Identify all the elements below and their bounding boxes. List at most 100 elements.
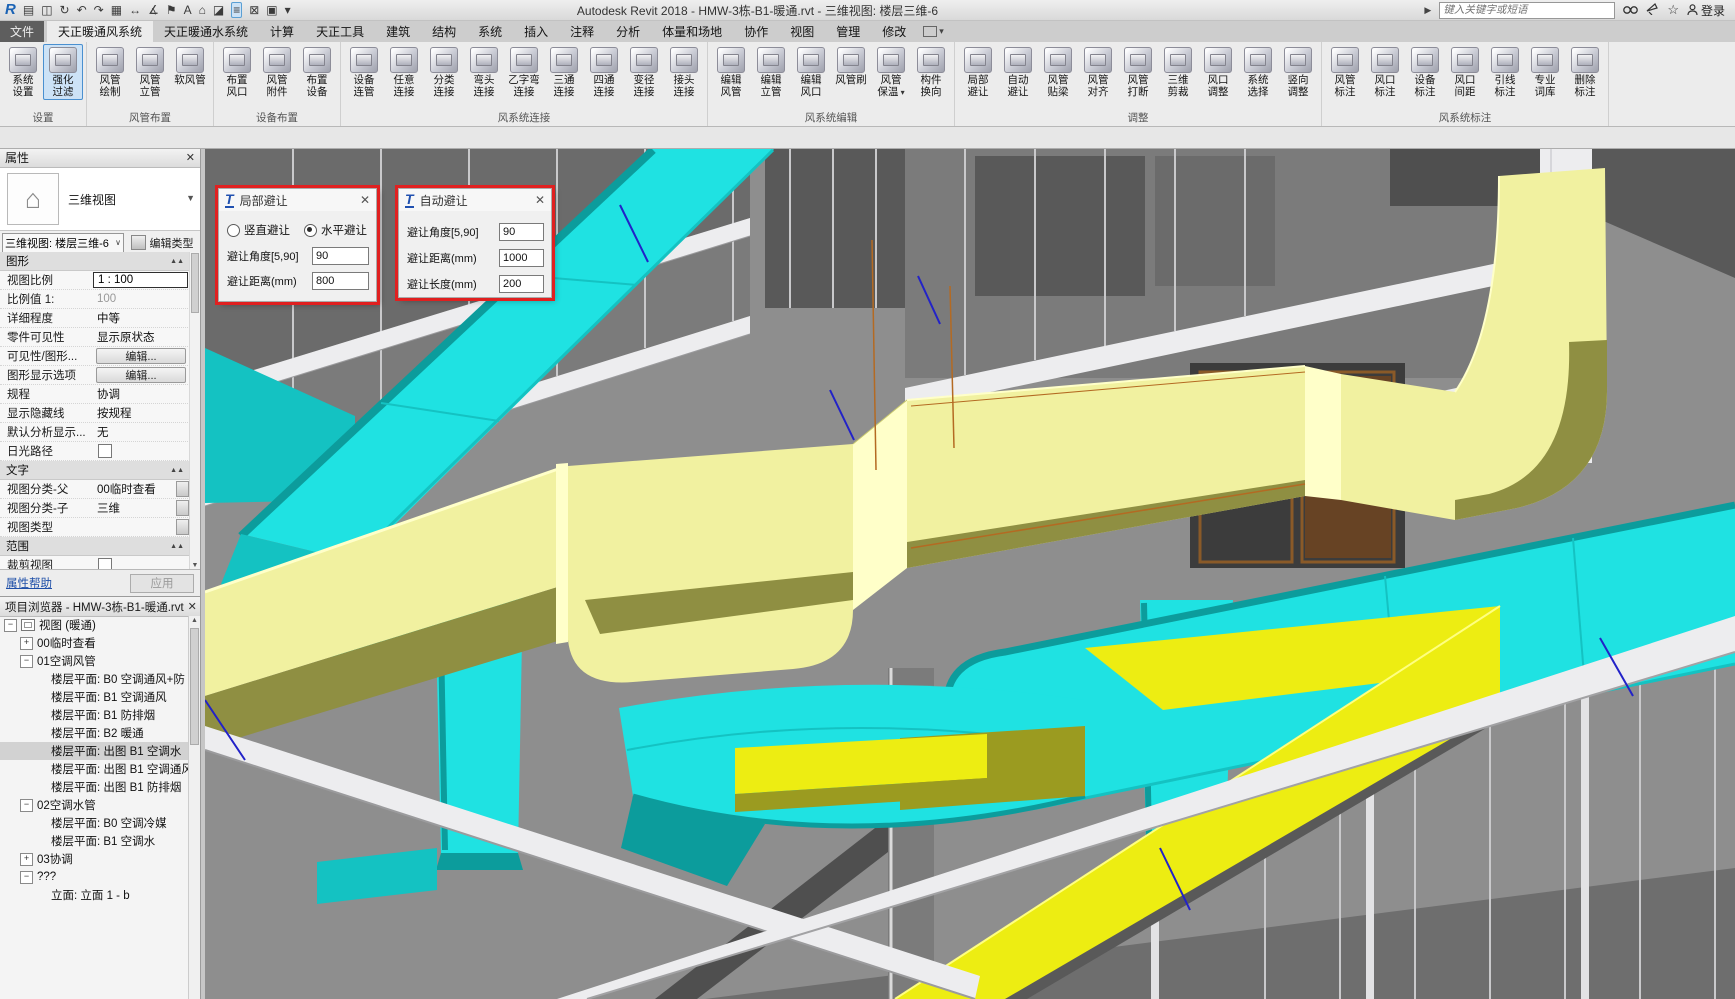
duct-break-button[interactable]: 风管 打断 [1118,44,1158,100]
collapse-icon[interactable]: − [20,655,33,668]
tab-修改[interactable]: 修改 [871,20,917,42]
tree-item[interactable]: +03协调 [0,850,189,868]
customize-qat-icon[interactable]: ▾ [285,3,291,17]
measure-icon[interactable]: ↔ [129,3,141,17]
component-reverse-button[interactable]: 构件 换向 [911,44,951,100]
draw-duct-button[interactable]: 风管 绘制 [90,44,130,100]
property-value[interactable]: 00临时查看 [93,481,176,497]
edit-diffuser-button[interactable]: 编辑 风口 [791,44,831,100]
revit-logo[interactable]: R [5,3,16,17]
field-input[interactable]: 90 [312,247,369,265]
binoculars-search-icon[interactable] [1623,3,1638,18]
property-value[interactable]: 中等 [93,310,190,326]
diffuser-adjust-button[interactable]: 风口 调整 [1198,44,1238,100]
offset-connect-button[interactable]: 乙字弯 连接 [504,44,544,100]
tab-协作[interactable]: 协作 [733,20,779,42]
view-type-combo[interactable]: 三维视图: 楼层三维-6 ∨ [2,233,124,253]
tree-item[interactable]: 楼层平面: B0 空调冷媒 [0,814,189,832]
tab-插入[interactable]: 插入 [513,20,559,42]
sign-in-button[interactable]: 登录 [1687,2,1725,19]
section-icon[interactable]: ◪ [213,3,224,17]
tab-视图[interactable]: 视图 [779,20,825,42]
enhanced-filter-button[interactable]: 强化 过滤 [43,44,83,100]
3d-viewport[interactable]: T局部避让✕竖直避让水平避让避让角度[5,90]90避让距离(mm)800 T自… [205,148,1735,999]
flex-duct-button[interactable]: 软风管 [170,44,210,100]
tree-item[interactable]: +00临时查看 [0,634,189,652]
collapse-icon[interactable]: − [4,619,17,632]
close-icon[interactable]: ✕ [182,151,195,164]
tab-计算[interactable]: 计算 [259,20,305,42]
browse-button[interactable] [176,481,189,497]
tab-天正暖通水系统[interactable]: 天正暖通水系统 [153,20,259,42]
field-input[interactable]: 800 [312,272,369,290]
collapse-icon[interactable]: − [20,799,33,812]
expand-icon[interactable]: + [20,637,33,650]
tree-item[interactable]: 楼层平面: B2 暖通 [0,724,189,742]
collapse-icon[interactable]: ▲▲ [170,543,184,550]
browser-scrollbar[interactable]: ▲ [188,616,200,999]
tab-注释[interactable]: 注释 [559,20,605,42]
equipment-connect-button[interactable]: 设备 连管 [344,44,384,100]
save-icon[interactable]: ◫ [41,3,52,17]
expand-icon[interactable]: + [20,853,33,866]
tree-item[interactable]: −02空调水管 [0,796,189,814]
favorites-star-icon[interactable]: ☆ [1667,2,1679,18]
auto-avoid-button[interactable]: 自动 避让 [998,44,1038,100]
print-icon[interactable]: ▦ [111,3,122,17]
equipment-tag-button[interactable]: 设备 标注 [1405,44,1445,100]
tab-建筑[interactable]: 建筑 [375,20,421,42]
tab-分析[interactable]: 分析 [605,20,651,42]
system-settings-button[interactable]: 系统 设置 [3,44,43,100]
collapse-icon[interactable]: − [20,871,33,884]
property-value[interactable]: 按规程 [93,405,190,421]
type-selector[interactable]: ⌂ 三维视图 ▼ [0,168,200,231]
duct-attach-beam-button[interactable]: 风管 贴梁 [1038,44,1078,100]
undo-icon[interactable]: ↶ [77,3,87,17]
tree-item[interactable]: −视图 (暖通) [0,616,189,634]
tree-item[interactable]: 楼层平面: 出图 B1 空调通风 [0,760,189,778]
local-avoid-button[interactable]: 局部 避让 [958,44,998,100]
coupling-connect-button[interactable]: 接头 连接 [664,44,704,100]
property-value-input[interactable]: 1 : 100 [93,272,188,288]
any-connect-button[interactable]: 任意 连接 [384,44,424,100]
tree-item[interactable]: 楼层平面: B1 空调水 [0,832,189,850]
redo-icon[interactable]: ↷ [94,3,104,17]
scroll-up-icon[interactable]: ▲ [189,617,200,624]
communication-center-icon[interactable] [1646,3,1659,18]
chevron-down-icon[interactable]: ▼ [186,193,195,203]
place-equipment-button[interactable]: 布置 设备 [297,44,337,100]
thin-lines-icon[interactable]: ≡ [231,2,242,18]
vertical-adjust-button[interactable]: 竖向 调整 [1278,44,1318,100]
browse-button[interactable] [176,519,189,535]
tree-item[interactable]: 立面: 立面 1 - b [0,886,189,904]
properties-help-link[interactable]: 属性帮助 [6,575,52,591]
duct-tag-button[interactable]: 风管 标注 [1325,44,1365,100]
edit-button[interactable]: 编辑... [96,348,186,364]
properties-scrollbar[interactable]: ▼ [189,252,200,570]
radio-option[interactable]: 水平避让 [304,222,367,238]
tab-天正工具[interactable]: 天正工具 [305,20,375,42]
search-input[interactable] [1439,2,1615,19]
duct-riser-button[interactable]: 风管 立管 [130,44,170,100]
close-icon[interactable]: ✕ [360,193,370,207]
file-tab[interactable]: 文件 [0,20,44,42]
duct-brush-button[interactable]: 风管刷 [831,44,871,100]
tag-icon[interactable]: ⚑ [166,3,177,17]
radio-option[interactable]: 竖直避让 [227,222,290,238]
scroll-down-icon[interactable]: ▼ [190,562,200,569]
diffuser-tag-button[interactable]: 风口 标注 [1365,44,1405,100]
open-icon[interactable]: ▤ [23,3,34,17]
tee-connect-button[interactable]: 三通 连接 [544,44,584,100]
property-value[interactable]: 无 [93,424,190,440]
tree-item[interactable]: 楼层平面: 出图 B1 防排烟 [0,778,189,796]
aligned-dimension-icon[interactable]: ∡ [148,3,159,17]
tree-item[interactable]: 楼层平面: B0 空调通风+防 [0,670,189,688]
diffuser-spacing-button[interactable]: 风口 间距 [1445,44,1485,100]
edit-button[interactable]: 编辑... [96,367,186,383]
field-input[interactable]: 200 [499,275,544,293]
collapse-icon[interactable]: ▲▲ [170,258,184,265]
ribbon-display-toggle[interactable]: ▾ [923,20,944,42]
tree-item[interactable]: 楼层平面: B1 空调通风 [0,688,189,706]
edit-type-button[interactable]: 编辑类型 [124,235,200,251]
close-icon[interactable]: ✕ [535,193,545,207]
